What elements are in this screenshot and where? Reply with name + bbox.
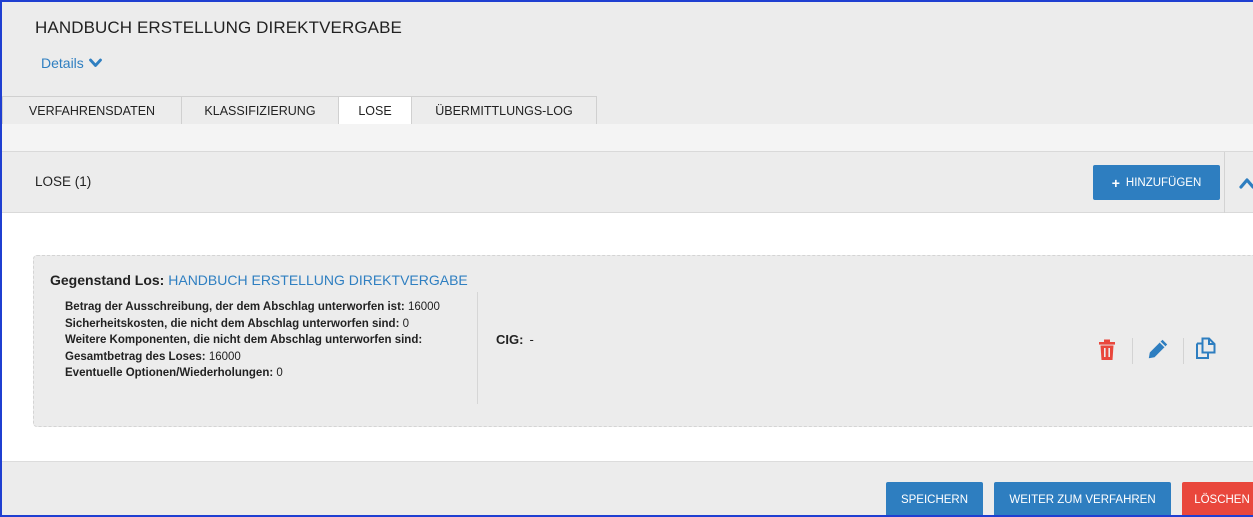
tab-lose[interactable]: LOSE — [338, 96, 412, 124]
delete-button[interactable]: LÖSCHEN — [1182, 482, 1253, 515]
lot-card: Gegenstand Los: HANDBUCH ERSTELLUNG DIRE… — [33, 255, 1253, 427]
lots-list: Gegenstand Los: HANDBUCH ERSTELLUNG DIRE… — [2, 213, 1253, 461]
continue-to-procedure-button[interactable]: WEITER ZUM VERFAHREN — [994, 482, 1171, 515]
page-header: HANDBUCH ERSTELLUNG DIREKTVERGABE Detail… — [2, 2, 1253, 124]
plus-icon: + — [1111, 174, 1120, 191]
cig-label: CIG: — [496, 332, 524, 347]
detail-value: 0 — [276, 367, 283, 380]
lot-subject-value: HANDBUCH ERSTELLUNG DIREKTVERGABE — [168, 272, 468, 288]
tab-bar: VERFAHRENSDATEN KLASSIFIZIERUNG LOSE ÜBE… — [2, 96, 597, 124]
divider — [1224, 152, 1225, 213]
save-button[interactable]: SPEICHERN — [886, 482, 983, 515]
divider — [1183, 338, 1184, 364]
copy-icon[interactable] — [1194, 336, 1218, 360]
lot-detail-row: Eventuelle Optionen/Wiederholungen: 0 — [65, 365, 440, 382]
detail-value: 16000 — [407, 301, 440, 313]
section-title: LOSE (1) — [35, 174, 92, 189]
divider — [1132, 338, 1133, 364]
lot-subject-label: Gegenstand Los: — [50, 272, 165, 288]
page-title: HANDBUCH ERSTELLUNG DIREKTVERGABE — [35, 18, 402, 37]
detail-label: Weitere Komponenten, die nicht dem Absch… — [65, 334, 423, 347]
detail-label: Betrag der Ausschreibung, der dem Abschl… — [65, 301, 405, 313]
chevron-up-icon[interactable] — [1238, 176, 1253, 190]
detail-label: Sicherheitskosten, die nicht dem Abschla… — [65, 317, 400, 330]
lot-details: Betrag der Ausschreibung, der dem Abschl… — [65, 299, 440, 382]
tab-klassifizierung[interactable]: KLASSIFIZIERUNG — [181, 96, 339, 124]
action-footer: SPEICHERN WEITER ZUM VERFAHREN LÖSCHEN — [2, 461, 1253, 515]
divider — [477, 292, 478, 404]
tab-uebermittlungs-log[interactable]: ÜBERMITTLUNGS-LOG — [411, 96, 597, 124]
lot-detail-row: Sicherheitskosten, die nicht dem Abschla… — [65, 316, 440, 333]
trash-icon[interactable] — [1098, 339, 1116, 361]
cig-field: CIG: - — [496, 332, 534, 347]
detail-label: Gesamtbetrag des Loses: — [65, 350, 206, 363]
lot-detail-row: Gesamtbetrag des Loses: 16000 — [65, 349, 440, 366]
add-button-label: HINZUFÜGEN — [1125, 176, 1202, 189]
lot-detail-row: Weitere Komponenten, die nicht dem Absch… — [65, 332, 440, 349]
lot-subject: Gegenstand Los: HANDBUCH ERSTELLUNG DIRE… — [50, 272, 468, 288]
detail-value: 16000 — [208, 350, 241, 363]
cig-value: - — [529, 332, 534, 347]
chevron-down-icon — [88, 58, 102, 67]
details-toggle[interactable]: Details — [41, 55, 102, 71]
detail-label: Eventuelle Optionen/Wiederholungen: — [65, 367, 274, 380]
pencil-icon[interactable] — [1147, 338, 1169, 360]
detail-value: 0 — [402, 317, 410, 330]
lose-section-header: LOSE (1) + HINZUFÜGEN — [2, 151, 1253, 213]
tab-content-spacer — [2, 124, 1253, 151]
add-lot-button[interactable]: + HINZUFÜGEN — [1093, 165, 1220, 200]
window-frame: HANDBUCH ERSTELLUNG DIREKTVERGABE Detail… — [0, 0, 1253, 517]
tab-verfahrensdaten[interactable]: VERFAHRENSDATEN — [2, 96, 182, 124]
details-label: Details — [41, 55, 84, 71]
lot-detail-row: Betrag der Ausschreibung, der dem Abschl… — [65, 299, 440, 316]
